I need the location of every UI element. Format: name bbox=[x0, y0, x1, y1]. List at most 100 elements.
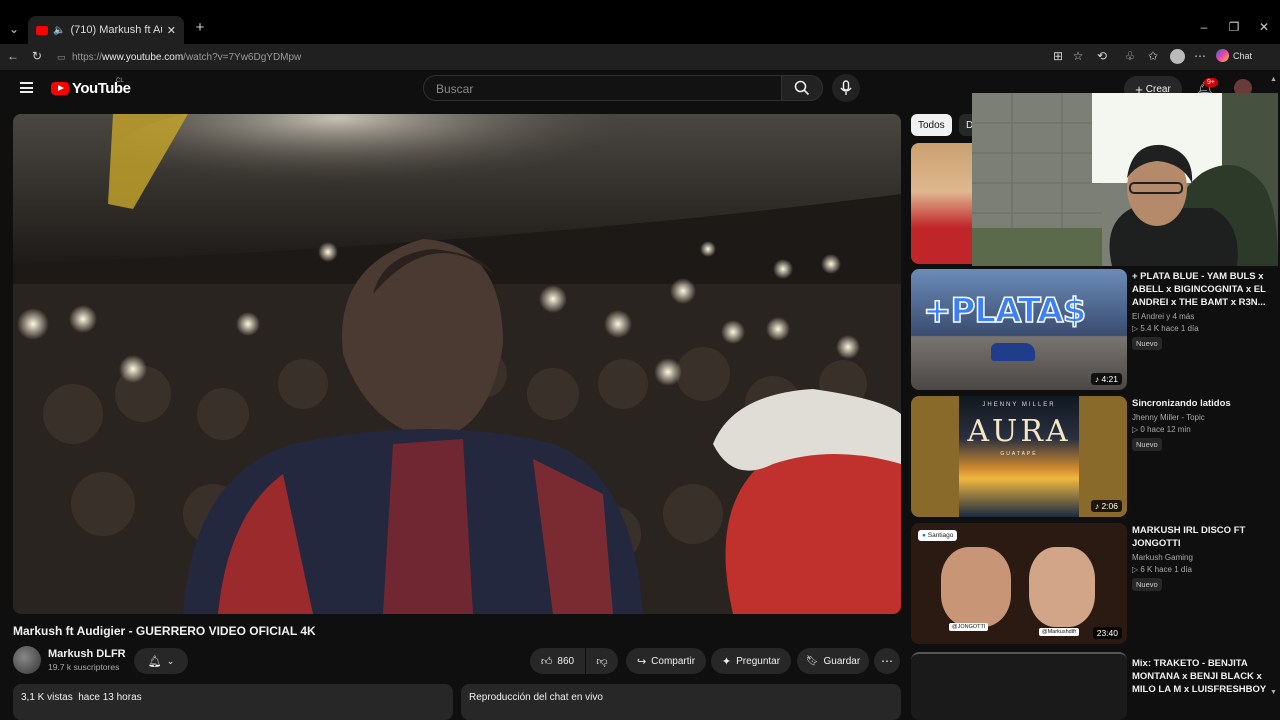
sparkle-icon: ✦ bbox=[721, 655, 732, 668]
favorite-star-icon[interactable]: ☆ bbox=[1070, 49, 1086, 63]
window-close-icon[interactable]: ✕ bbox=[1256, 20, 1272, 34]
album-subtitle: GUATAPÉ bbox=[1000, 451, 1038, 457]
thumbnail-handle-a: @JONGOTTI bbox=[949, 623, 989, 631]
thumbnail-car bbox=[991, 343, 1035, 361]
share-button[interactable]: ↪ Compartir bbox=[626, 648, 706, 674]
new-tab-icon[interactable]: + bbox=[192, 20, 208, 35]
video-duration: 23:40 bbox=[1092, 627, 1122, 639]
rec-title[interactable]: MARKUSH IRL DISCO FT JONGOTTI bbox=[1132, 524, 1272, 550]
copilot-icon bbox=[1216, 49, 1229, 62]
webcam-overlay bbox=[972, 93, 1278, 266]
like-count: 860 bbox=[557, 655, 575, 667]
copilot-chat-button[interactable]: Chat bbox=[1216, 49, 1252, 62]
copilot-label: Chat bbox=[1233, 50, 1253, 61]
country-code: CL bbox=[116, 78, 124, 84]
site-info-icon[interactable]: ▭ bbox=[57, 52, 66, 63]
scroll-down-icon[interactable]: ▼ bbox=[1270, 689, 1277, 696]
microphone-icon bbox=[840, 80, 852, 95]
subscriber-count: 19.7 k suscriptores bbox=[48, 662, 120, 672]
more-menu-icon[interactable]: ⋯ bbox=[1192, 49, 1208, 63]
rec-item-1[interactable]: Sincronizando latidos Jhenny Miller - To… bbox=[1132, 397, 1272, 452]
album-cover: JHENNY MILLER AURA GUATAPÉ bbox=[959, 396, 1079, 517]
dislike-button[interactable]: 👎︎ bbox=[586, 648, 618, 674]
rec-thumbnail-3[interactable]: ● Santiago @JONGOTTI @Markushdlfr 23:40 bbox=[911, 523, 1127, 644]
address-bar-row: ← ↻ ▭ https://www.youtube.com/watch?v=7Y… bbox=[0, 44, 1280, 70]
minimize-icon[interactable]: – bbox=[1196, 20, 1212, 34]
ask-button[interactable]: ✦ Preguntar bbox=[711, 648, 791, 674]
rec-channel[interactable]: El Andrei y 4 más bbox=[1132, 312, 1272, 321]
rec-channel[interactable]: Markush Gaming bbox=[1132, 553, 1272, 562]
album-title: AURA bbox=[967, 414, 1071, 449]
video-duration: ♪ 2:06 bbox=[1090, 500, 1122, 512]
search-button[interactable] bbox=[781, 75, 823, 101]
rec-thumbnail-1[interactable]: +PLATA$ ♪ 4:21 bbox=[911, 269, 1127, 390]
url-path: /watch?v=7Yw6DgYDMpw bbox=[183, 51, 302, 63]
thumbnail-title-text: +PLATA$ bbox=[922, 290, 1087, 332]
video-title: Markush ft Audigier - GUERRERO VIDEO OFI… bbox=[13, 624, 316, 638]
save-button[interactable]: 🔖︎ Guardar bbox=[797, 648, 869, 674]
rec-thumbnail-2[interactable]: JHENNY MILLER AURA GUATAPÉ ♪ 2:06 bbox=[911, 396, 1127, 517]
rec-meta: ▷ 0 hace 12 min bbox=[1132, 425, 1191, 434]
live-chat-replay-box[interactable]: Reproducción del chat en vivo bbox=[461, 684, 901, 720]
description-box[interactable]: 3,1 K vistas hace 13 horas bbox=[13, 684, 453, 720]
like-button[interactable]: 👍︎ 860 bbox=[530, 648, 585, 674]
subscription-bell-button[interactable]: 🔔︎ ⌄ bbox=[134, 648, 188, 674]
extensions-icon[interactable]: ⟲ bbox=[1094, 49, 1110, 63]
voice-search-button[interactable] bbox=[832, 74, 860, 102]
webcam-feed bbox=[972, 93, 1278, 266]
thumbnail-handle-b: @Markushdlfr bbox=[1039, 628, 1080, 636]
rec-thumbnail-4[interactable] bbox=[911, 652, 1127, 720]
menu-icon[interactable] bbox=[20, 82, 33, 93]
youtube-logo-icon[interactable] bbox=[51, 82, 69, 95]
search-icon bbox=[794, 80, 810, 96]
rec-title[interactable]: Mix: TRAKETO - BENJITA MONTANA x BENJI B… bbox=[1132, 657, 1272, 696]
split-screen-icon[interactable]: ♧ bbox=[1122, 49, 1138, 63]
url-field[interactable]: ▭ https://www.youtube.com/watch?v=7Yw6Dg… bbox=[54, 47, 1094, 67]
rec-meta: ▷ 5.4 K hace 1 día bbox=[1132, 324, 1199, 333]
rec-item-2[interactable]: MARKUSH IRL DISCO FT JONGOTTI Markush Ga… bbox=[1132, 524, 1272, 592]
more-actions-button[interactable]: ⋯ bbox=[874, 648, 900, 674]
save-label: Guardar bbox=[823, 655, 861, 667]
reload-icon[interactable]: ↻ bbox=[29, 49, 45, 63]
favorites-icon[interactable]: ✩ bbox=[1145, 49, 1161, 63]
channel-avatar[interactable] bbox=[13, 646, 41, 674]
url-prefix: https:// bbox=[72, 51, 103, 63]
album-artist: JHENNY MILLER bbox=[982, 402, 1056, 408]
thumbs-down-icon: 👎︎ bbox=[596, 655, 608, 668]
restore-icon[interactable]: ❐ bbox=[1226, 20, 1242, 34]
youtube-favicon-icon bbox=[36, 25, 48, 35]
more-icon: ⋯ bbox=[881, 654, 893, 668]
tab-list-icon[interactable]: ⌄ bbox=[6, 22, 22, 36]
rec-item-0[interactable]: + PLATA BLUE - YAM BULS x ABELL x BIGINC… bbox=[1132, 270, 1272, 351]
tab-close-icon[interactable]: ✕ bbox=[167, 24, 176, 37]
tab-title: (710) Markush ft Audigier - GUERRERO bbox=[70, 24, 161, 36]
share-icon: ↪ bbox=[636, 655, 647, 668]
ask-label: Preguntar bbox=[736, 655, 781, 667]
notification-count-badge: 9+ bbox=[1204, 78, 1218, 87]
video-frame bbox=[13, 114, 901, 614]
new-badge: Nuevo bbox=[1132, 438, 1162, 451]
rec-title[interactable]: + PLATA BLUE - YAM BULS x ABELL x BIGINC… bbox=[1132, 270, 1272, 309]
rec-title[interactable]: Sincronizando latidos bbox=[1132, 397, 1272, 410]
scroll-up-icon[interactable]: ▲ bbox=[1270, 76, 1277, 83]
rec-item-3[interactable]: Mix: TRAKETO - BENJITA MONTANA x BENJI B… bbox=[1132, 657, 1272, 696]
channel-name[interactable]: Markush DLFR bbox=[48, 648, 126, 660]
new-badge: Nuevo bbox=[1132, 578, 1162, 591]
speaker-icon[interactable]: 🔈 bbox=[53, 25, 65, 36]
video-player[interactable] bbox=[13, 114, 901, 614]
thumbnail-face-right bbox=[1029, 547, 1095, 627]
chevron-down-icon: ⌄ bbox=[166, 655, 175, 666]
location-tag: ● Santiago bbox=[918, 530, 958, 541]
browser-tab[interactable]: 🔈 (710) Markush ft Audigier - GUERRERO ✕ bbox=[28, 16, 184, 44]
views-and-date: 3,1 K vistas hace 13 horas bbox=[21, 692, 142, 703]
chip-todos[interactable]: Todos bbox=[911, 114, 952, 136]
rec-channel[interactable]: Jhenny Miller - Topic bbox=[1132, 413, 1272, 422]
thumbs-up-icon: 👍︎ bbox=[540, 655, 553, 668]
search-input[interactable]: Buscar bbox=[423, 75, 783, 101]
back-icon[interactable]: ← bbox=[5, 49, 21, 63]
page-scrollbar[interactable]: ▲ ▼ bbox=[1270, 76, 1278, 696]
thumbnail-person bbox=[911, 143, 981, 264]
browser-tab-bar: ⌄ 🔈 (710) Markush ft Audigier - GUERRERO… bbox=[0, 0, 1280, 44]
profile-avatar[interactable] bbox=[1170, 49, 1185, 64]
apps-icon[interactable]: ⊞ bbox=[1050, 49, 1066, 63]
